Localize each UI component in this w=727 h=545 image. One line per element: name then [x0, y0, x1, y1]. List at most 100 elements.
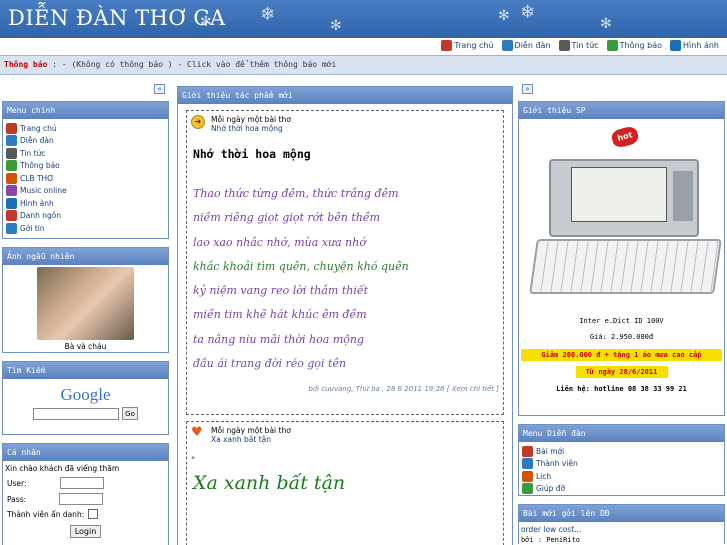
main-menu-item[interactable]: Danh ngôn — [3, 210, 168, 223]
poem-line: miền tim khẽ hát khúc êm đềm — [193, 308, 367, 322]
forum-menu-item[interactable]: Bài mới — [519, 445, 724, 458]
product-name: Inter e.Dict ID 100V — [579, 317, 664, 325]
main-menu-title: Menu chính — [3, 102, 168, 119]
topnav-forum[interactable]: Diễn đàn — [501, 40, 551, 51]
post-title: Xa xanh bất tận — [193, 472, 346, 494]
main-menu-label: Tin tức — [20, 148, 46, 158]
collapse-left-button[interactable]: « — [154, 84, 165, 94]
home-icon — [441, 40, 453, 51]
search-go-button[interactable]: Go — [122, 407, 138, 420]
topnav-news[interactable]: Tin tức — [558, 40, 599, 51]
main-menu-label: Diễn đàn — [20, 136, 54, 146]
forum-menu-box: Menu Diễn đàn Bài mới Thành viên Lịch Giúp … — [518, 424, 725, 496]
poem-line: kỷ niệm vang reo lời thắm thiết — [193, 284, 369, 298]
forum-menu-label: Thành viên — [536, 459, 578, 469]
announcement-label: Thông báo — [4, 60, 48, 69]
latest-posts-title: Bài mới gởi lên DĐ — [519, 505, 724, 522]
search-title: Tìm Kiếm — [3, 362, 168, 379]
latest-post-link[interactable]: order low cost... — [519, 525, 724, 534]
hot-badge: hot — [610, 124, 640, 150]
topnav-home[interactable]: Trang chủ — [441, 40, 494, 51]
post-byline[interactable]: bởi cuuvang, Thứ ba , 28 6 2011 19:26 [ … — [191, 385, 499, 393]
snowflake-icon: ❄ — [520, 2, 536, 23]
menu-item-icon — [522, 470, 533, 482]
personal-box: Cá nhân Xin chào khách đã viếng thăm Use… — [2, 443, 169, 545]
main-menu-label: Trang chủ — [20, 123, 57, 133]
left-column: Menu chính Trang chủ Diễn đàn Tin tức Thông… — [2, 101, 169, 545]
notice-icon — [606, 40, 618, 51]
site-title: DIỄN ĐÀN THƠ CA — [8, 6, 226, 30]
topnav-images[interactable]: Hình ảnh — [670, 40, 719, 51]
product-box: Giới thiệu SP hot Inter e.Dict ID 100V G… — [518, 101, 725, 416]
forum-menu-item[interactable]: Giúp đỡ — [519, 483, 724, 496]
search-box: Tìm Kiếm Google Go — [2, 361, 169, 435]
promo-date: Từ ngày 28/6/2011 — [575, 366, 668, 378]
random-photo-image[interactable] — [37, 267, 134, 340]
quote-mark: " — [191, 456, 196, 466]
personal-title: Cá nhân — [3, 444, 168, 461]
device-top — [549, 159, 699, 237]
menu-item-icon — [6, 147, 17, 159]
menu-item-icon — [6, 160, 17, 172]
menu-item-icon — [522, 458, 533, 470]
post-category: Mỗi ngày một bài thơ — [211, 115, 291, 124]
login-button[interactable]: Login — [69, 525, 102, 538]
product-image[interactable]: hot — [519, 119, 724, 309]
post-category: Mỗi ngày một bài thơ — [211, 426, 291, 435]
menu-item-icon — [6, 197, 17, 209]
poem-line: ta nâng niu mãi thời hoa mộng — [193, 332, 365, 346]
top-navigation: Trang chủ Diễn đàn Tin tức Thông báo Hìn… — [0, 38, 727, 54]
poem-line: khắc khoải tìm quên, chuyện khó quên — [193, 259, 409, 273]
main-menu-label: Thông báo — [20, 161, 60, 171]
menu-item-icon — [522, 483, 533, 495]
forum-menu-item[interactable]: Thành viên — [519, 458, 724, 471]
menu-item-icon — [6, 185, 17, 197]
post-link[interactable]: Nhớ thời hoa mộng — [211, 124, 291, 133]
user-label: User: — [7, 478, 27, 488]
random-photo-title: Ảnh ngẫu nhiên — [3, 248, 168, 265]
menu-item-icon — [6, 222, 17, 234]
poem-line: niềm riêng giọt giọt rớt bên thềm — [193, 211, 381, 225]
right-column: Giới thiệu SP hot Inter e.Dict ID 100V G… — [518, 101, 725, 545]
main-menu-item[interactable]: Diễn đàn — [3, 135, 168, 148]
collapse-right-button[interactable]: » — [522, 84, 533, 94]
product-price: Giá: 2.950.000đ — [589, 333, 654, 341]
site-banner: DIỄN ĐÀN THƠ CA ✻ ❄ ✻ ✻ ❄ ✻ — [0, 0, 727, 38]
password-field[interactable] — [59, 493, 104, 505]
arrow-icon: ➜ — [191, 115, 205, 129]
welcome-text: Xin chào khách đã viếng thăm — [5, 464, 120, 473]
device-keyboard — [529, 239, 722, 294]
main-menu-item[interactable]: Trang chủ — [3, 122, 168, 135]
main-menu-item[interactable]: Gởi tin — [3, 222, 168, 235]
main-menu-item[interactable]: Music online — [3, 185, 168, 198]
google-logo: Google — [60, 385, 111, 404]
search-input[interactable] — [33, 407, 120, 420]
main-menu-label: CLB THƠ — [20, 173, 55, 183]
main-menu-list: Trang chủ Diễn đàn Tin tức Thông báo CLB THƠ… — [3, 119, 168, 235]
forum-icon — [501, 40, 513, 51]
main-menu-label: Hình ảnh — [20, 198, 54, 208]
main-menu-label: Danh ngôn — [20, 211, 62, 221]
main-menu-box: Menu chính Trang chủ Diễn đàn Tin tức Thông… — [2, 101, 169, 239]
latest-post-author: bởi : PeniRito — [521, 536, 581, 544]
main-menu-item[interactable]: Thông báo — [3, 160, 168, 173]
post-card: ♥ Mỗi ngày một bài thơ Xa xanh bất tận "… — [186, 421, 504, 545]
snowflake-icon: ✻ — [330, 18, 342, 34]
main-menu-item[interactable]: CLB THƠ — [3, 172, 168, 185]
random-photo-box: Ảnh ngẫu nhiên Bà và cháu — [2, 247, 169, 353]
menu-item-icon — [522, 445, 533, 457]
poem-title: Nhớ thời hoa mộng — [193, 147, 311, 161]
forum-menu-list: Bài mới Thành viên Lịch Giúp đỡ — [519, 442, 724, 495]
snowflake-icon: ✻ — [600, 16, 612, 32]
snowflake-icon: ✻ — [498, 8, 510, 24]
forum-menu-label: Giúp đỡ — [536, 484, 566, 494]
post-link[interactable]: Xa xanh bất tận — [211, 435, 291, 444]
menu-item-icon — [6, 135, 17, 147]
topnav-notice[interactable]: Thông báo — [606, 40, 662, 51]
username-field[interactable] — [59, 477, 104, 489]
main-menu-item[interactable]: Hình ảnh — [3, 197, 168, 210]
hidden-member-checkbox[interactable] — [88, 509, 99, 519]
announcement-bar[interactable]: Thông báo : - (Không có thông báo ) - Cl… — [0, 55, 727, 75]
forum-menu-item[interactable]: Lịch — [519, 470, 724, 483]
main-menu-item[interactable]: Tin tức — [3, 147, 168, 160]
